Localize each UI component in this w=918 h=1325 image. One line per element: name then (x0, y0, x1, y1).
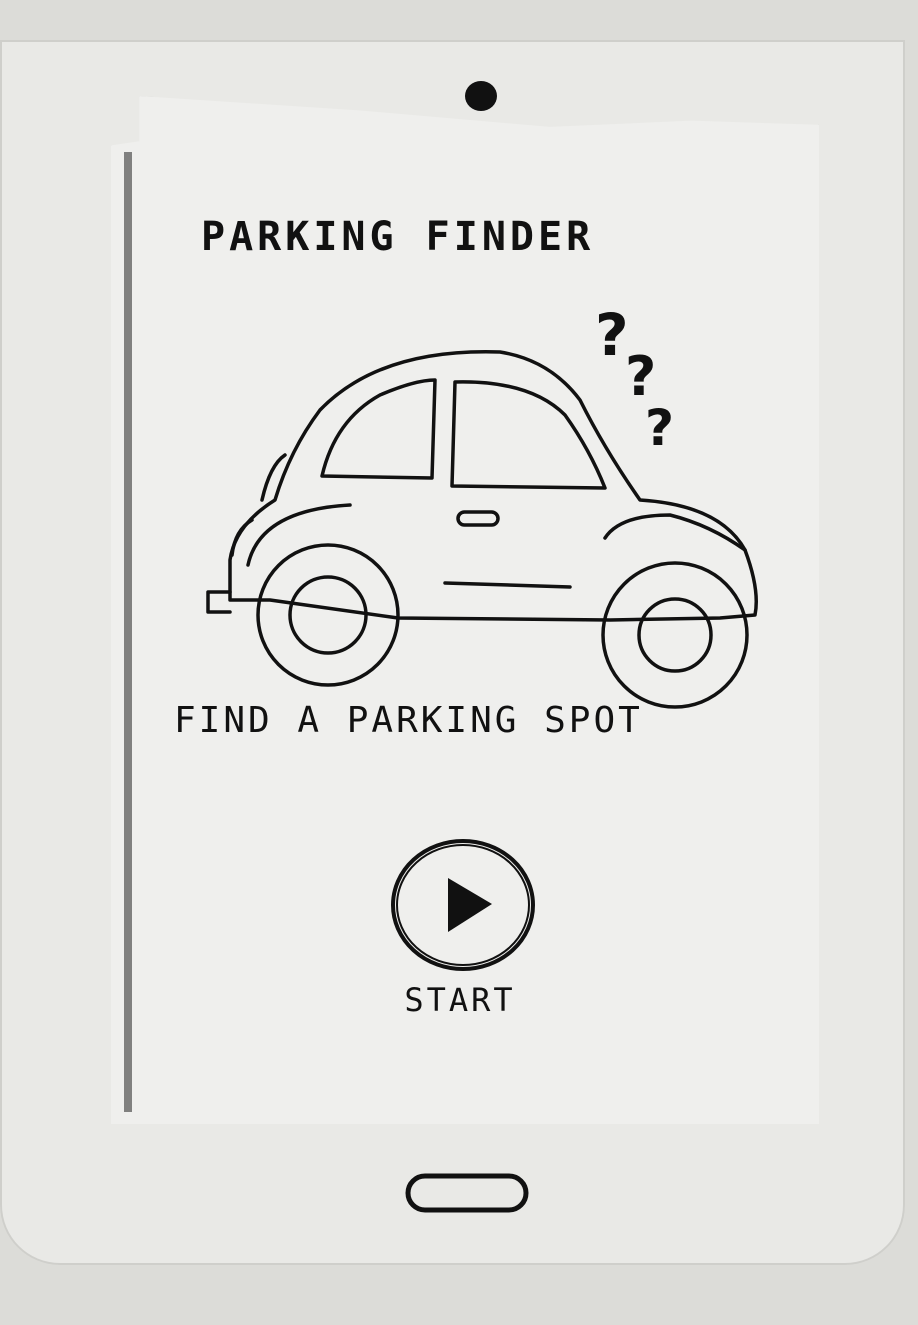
play-icon (391, 839, 535, 971)
svg-text:?: ? (595, 301, 629, 369)
start-label: START (404, 981, 516, 1019)
car-illustration: ? ? ? (206, 301, 758, 709)
home-button[interactable] (404, 1172, 530, 1216)
app-title: PARKING FINDER (201, 214, 595, 260)
home-button-icon (405, 1173, 529, 1213)
svg-text:?: ? (645, 399, 674, 457)
question-marks-icon: ? ? ? (595, 301, 674, 457)
start-button[interactable] (388, 836, 538, 974)
app-subtitle: FIND A PARKING SPOT (174, 700, 643, 741)
camera-icon (465, 81, 497, 111)
paper-edge-shadow (124, 152, 132, 1112)
